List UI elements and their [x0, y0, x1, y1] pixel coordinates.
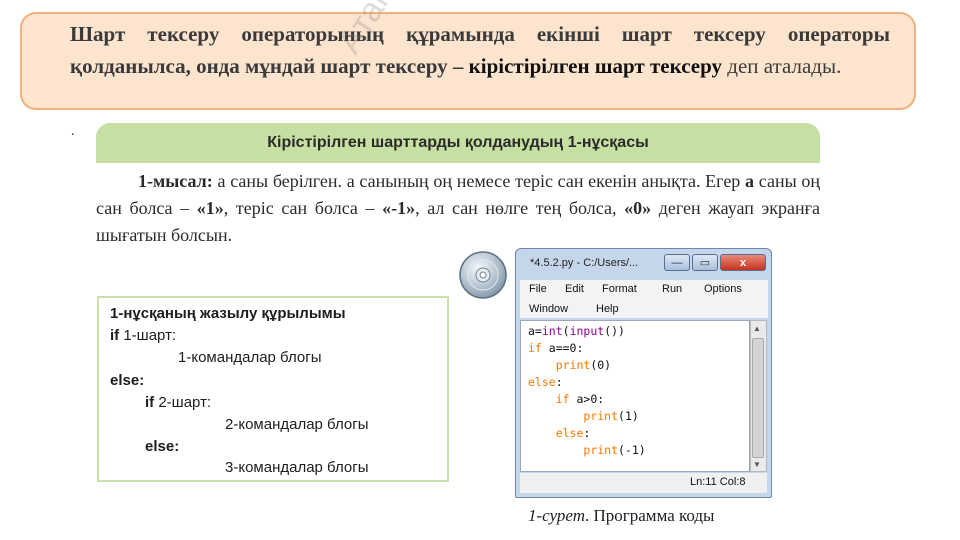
code-keyword: else [528, 375, 556, 389]
definition-term: кірістірілген шарт тексеру [468, 54, 723, 78]
menu-run[interactable]: Run [662, 283, 682, 295]
code-text: a>0: [569, 392, 605, 406]
structure-if1: if 1-шарт: [110, 327, 177, 344]
cd-disc-icon [459, 251, 507, 299]
structure-title: 1-нұсқаның жазылу құрылымы [110, 305, 346, 322]
example-value: «-1» [382, 198, 416, 218]
menu-window[interactable]: Window [529, 303, 568, 315]
structure-block2: 2-командалар блогы [225, 416, 369, 433]
example-value: «1» [196, 198, 224, 218]
structure-else1: else: [110, 372, 145, 389]
minimize-button[interactable]: — [664, 254, 690, 271]
example-label: 1-мысал: [138, 171, 213, 191]
menu-options[interactable]: Options [704, 283, 742, 295]
stray-dot: . [71, 124, 75, 139]
maximize-button[interactable]: ▭ [692, 254, 718, 271]
menu-format[interactable]: Format [602, 283, 637, 295]
code-text: (-1) [618, 443, 646, 457]
code-line: a=int(input()) [528, 324, 625, 338]
cursor-position: Ln:11 Col:8 [690, 476, 746, 488]
code-text: a= [528, 324, 542, 338]
section-title: Кірістірілген шарттарды қолданудың 1-нұс… [267, 134, 649, 151]
code-line: else: [528, 375, 563, 389]
example-text: a саны берілген. a санының оң немесе тер… [212, 171, 746, 191]
definition-text: Шарт тексеру операторының құрамында екін… [70, 18, 890, 82]
close-button[interactable]: x [720, 254, 766, 271]
structure-else2: else: [145, 438, 180, 455]
code-builtin: input [569, 324, 605, 338]
code-keyword: print [583, 443, 619, 457]
example-paragraph: 1-мысал: a саны берілген. a санының оң н… [96, 168, 820, 249]
scroll-up-icon[interactable]: ▲ [753, 324, 761, 333]
code-line: if a==0: [528, 341, 583, 355]
structure-block3: 3-командалар блогы [225, 459, 369, 476]
code-line: print(1) [528, 409, 639, 423]
figure-caption: 1-сурет. Программа коды [528, 506, 714, 526]
structure-if2: if 2-шарт: [145, 394, 212, 411]
example-text: , ал сан нөлге тең болса, [415, 198, 625, 218]
code-text: (1) [618, 409, 639, 423]
definition-rest: деп аталады. [722, 54, 842, 78]
code-text: : [583, 426, 591, 440]
structure-block1: 1-командалар блогы [178, 349, 322, 366]
code-text: : [555, 375, 563, 389]
code-builtin: int [541, 324, 563, 338]
menu-edit[interactable]: Edit [565, 283, 584, 295]
code-line: else: [528, 426, 591, 440]
code-keyword: print [555, 358, 591, 372]
scrollbar-thumb[interactable] [752, 338, 764, 458]
code-line: if a>0: [528, 392, 604, 406]
caption-label: 1-сурет [528, 506, 586, 525]
example-value: «0» [624, 198, 652, 218]
code-text: a==0: [541, 341, 584, 355]
menu-help[interactable]: Help [596, 303, 619, 315]
window-title: *4.5.2.py - C:/Users/... [530, 257, 639, 269]
code-text: (0) [590, 358, 612, 372]
code-line: print(0) [528, 358, 611, 372]
code-text: ()) [604, 324, 625, 338]
code-keyword: if [555, 392, 570, 406]
menu-file[interactable]: File [529, 283, 547, 295]
code-keyword: print [583, 409, 619, 423]
example-text: , теріс сан болса – [223, 198, 383, 218]
caption-text: . Программа коды [585, 506, 715, 525]
code-line: print(-1) [528, 443, 646, 457]
example-var: a [745, 171, 755, 191]
scroll-down-icon[interactable]: ▼ [753, 460, 761, 469]
code-text: ( [562, 324, 570, 338]
code-keyword: if [528, 341, 542, 355]
code-keyword: else [555, 426, 584, 440]
